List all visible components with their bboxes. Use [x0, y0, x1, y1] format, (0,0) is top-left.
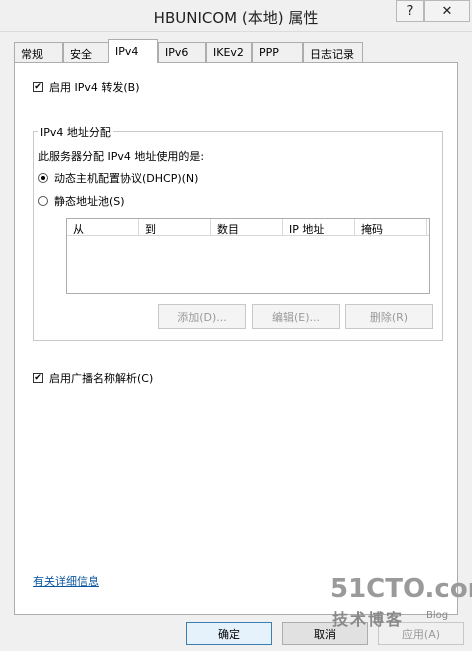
- assignment-prompt: 此服务器分配 IPv4 地址使用的是:: [38, 150, 205, 163]
- radio-dhcp[interactable]: 动态主机配置协议(DHCP)(N): [38, 170, 198, 186]
- checkmark-icon: ✔: [33, 372, 43, 383]
- edit-button[interactable]: 编辑(E)...: [252, 304, 340, 329]
- ipv4-assignment-group: IPv4 地址分配 此服务器分配 IPv4 地址使用的是: 动态主机配置协议(D…: [33, 124, 443, 341]
- tab-ipv4[interactable]: IPv4: [108, 39, 158, 63]
- title-bar: HBUNICOM (本地) 属性 ? ✕: [0, 0, 472, 32]
- column-header-count[interactable]: 数目: [211, 219, 283, 236]
- tab-ppp[interactable]: PPP: [252, 42, 303, 62]
- checkmark-icon: ✔: [33, 81, 43, 92]
- close-button[interactable]: ✕: [424, 0, 470, 22]
- group-legend: IPv4 地址分配: [38, 124, 113, 140]
- help-button[interactable]: ?: [396, 0, 424, 22]
- radio-static-pool[interactable]: 静态地址池(S): [38, 193, 125, 209]
- tab-general[interactable]: 常规: [14, 42, 63, 62]
- tab-ipv6[interactable]: IPv6: [158, 42, 206, 62]
- tab-security[interactable]: 安全: [63, 42, 110, 62]
- cancel-button[interactable]: 取消: [282, 622, 368, 645]
- address-pool-list[interactable]: 从 到 数目 IP 地址 掩码: [66, 218, 430, 294]
- help-icon: ?: [406, 3, 414, 19]
- radio-dhcp-label: 动态主机配置协议(DHCP)(N): [54, 172, 199, 185]
- column-header-mask[interactable]: 掩码: [355, 219, 427, 236]
- enable-broadcast-checkbox[interactable]: ✔ 启用广播名称解析(C): [33, 370, 153, 386]
- enable-ipv4-forwarding-checkbox[interactable]: ✔ 启用 IPv4 转发(B): [33, 79, 140, 95]
- enable-broadcast-label: 启用广播名称解析(C): [49, 372, 154, 385]
- ipv4-panel: ✔ 启用 IPv4 转发(B) IPv4 地址分配 此服务器分配 IPv4 地址…: [14, 62, 458, 615]
- enable-ipv4-forwarding-label: 启用 IPv4 转发(B): [49, 81, 140, 94]
- radio-selected-icon: [38, 173, 48, 183]
- delete-button[interactable]: 删除(R): [345, 304, 433, 329]
- close-icon: ✕: [441, 3, 453, 19]
- more-info-link[interactable]: 有关详细信息: [33, 573, 99, 589]
- tab-logging[interactable]: 日志记录: [303, 42, 363, 62]
- apply-button[interactable]: 应用(A): [378, 622, 464, 645]
- column-header-ip-address[interactable]: IP 地址: [283, 219, 355, 236]
- list-header: 从 到 数目 IP 地址 掩码: [67, 219, 429, 236]
- column-header-to[interactable]: 到: [139, 219, 211, 236]
- column-header-from[interactable]: 从: [67, 219, 139, 236]
- radio-static-pool-label: 静态地址池(S): [54, 195, 125, 208]
- radio-unselected-icon: [38, 196, 48, 206]
- tab-ikev2[interactable]: IKEv2: [206, 42, 252, 62]
- add-button[interactable]: 添加(D)...: [158, 304, 246, 329]
- ok-button[interactable]: 确定: [186, 622, 272, 645]
